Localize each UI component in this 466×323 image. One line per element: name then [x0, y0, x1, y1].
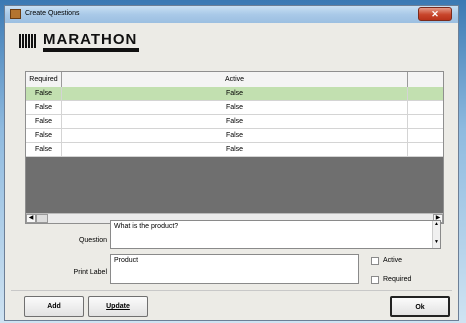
separator: [11, 290, 452, 291]
print-label-value: Product: [114, 257, 139, 264]
title-bar[interactable]: Create Questions ✕: [5, 6, 458, 23]
cell-required[interactable]: False: [26, 143, 62, 156]
scroll-thumb[interactable]: [36, 214, 48, 223]
close-icon: ✕: [431, 9, 439, 19]
table-row[interactable]: False False: [26, 101, 443, 115]
app-icon: [10, 9, 21, 19]
add-button-label: Add: [47, 303, 61, 310]
active-checkbox-label: Active: [383, 257, 403, 264]
question-input[interactable]: What is the product? ▲ ▼: [110, 220, 441, 249]
print-label-label: Print Label: [73, 269, 107, 276]
table-row[interactable]: False False: [26, 115, 443, 129]
add-button[interactable]: Add: [24, 296, 84, 317]
active-checkbox[interactable]: [371, 257, 379, 265]
cell-active[interactable]: False: [62, 129, 408, 142]
create-questions-window: Create Questions ✕ MARATHON Required Act…: [4, 5, 459, 321]
ok-button[interactable]: Ok: [390, 296, 450, 317]
table-row[interactable]: False False: [26, 87, 443, 101]
questions-grid[interactable]: Required Active False False False False Fals…: [25, 71, 444, 224]
grid-header: Required Active: [26, 72, 443, 88]
update-button-label: Update: [106, 303, 130, 310]
cell-required[interactable]: False: [26, 115, 62, 128]
cell-required[interactable]: False: [26, 101, 62, 114]
column-header-required[interactable]: Required: [26, 72, 62, 87]
cell-active[interactable]: False: [62, 143, 408, 156]
scroll-left-icon[interactable]: ◀: [26, 214, 36, 223]
question-value: What is the product?: [114, 223, 179, 230]
cell-active[interactable]: False: [62, 115, 408, 128]
ok-button-label: Ok: [415, 304, 425, 311]
required-checkbox-label: Required: [383, 276, 412, 283]
update-button[interactable]: Update: [88, 296, 148, 317]
window-title: Create Questions: [25, 10, 80, 17]
logo-underline: [43, 48, 139, 52]
cell-required[interactable]: False: [26, 87, 62, 100]
required-checkbox[interactable]: [371, 276, 379, 284]
question-scrollbar[interactable]: ▲ ▼: [432, 221, 440, 248]
table-row[interactable]: False False: [26, 143, 443, 157]
column-header-active[interactable]: Active: [62, 72, 408, 87]
logo-bars: [19, 34, 37, 50]
cell-active[interactable]: False: [62, 101, 408, 114]
close-button[interactable]: ✕: [418, 7, 452, 21]
cell-required[interactable]: False: [26, 129, 62, 142]
print-label-input[interactable]: Product: [110, 254, 359, 284]
table-row[interactable]: False False: [26, 129, 443, 143]
cell-active[interactable]: False: [62, 87, 408, 100]
question-label: Question: [78, 237, 107, 244]
logo-text: MARATHON: [43, 31, 138, 48]
marathon-logo: MARATHON: [19, 31, 179, 55]
